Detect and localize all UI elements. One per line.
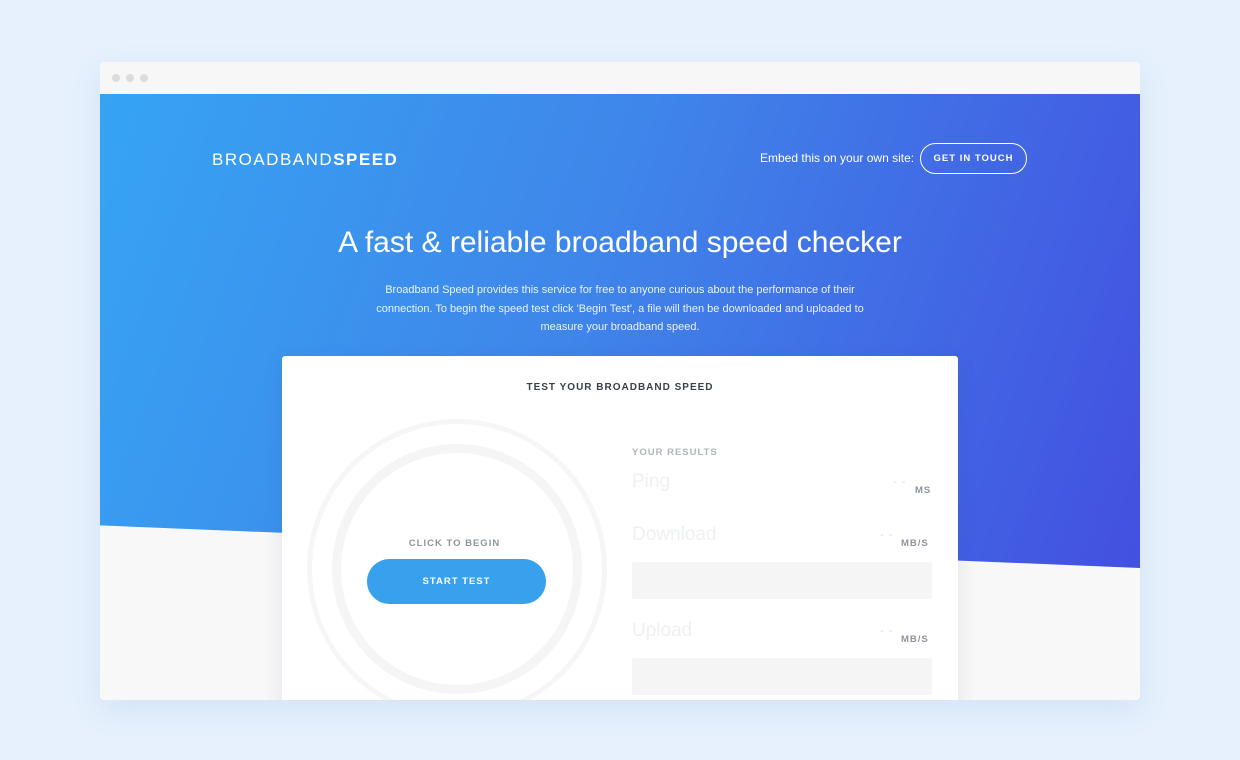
results-label: YOUR RESULTS: [632, 447, 718, 458]
download-unit: MB/S: [901, 538, 929, 549]
download-value: - -: [880, 529, 894, 541]
intro-text: Broadband Speed provides this service fo…: [376, 284, 864, 333]
browser-window: BROADBANDSPEED Embed this on your own si…: [100, 62, 1140, 700]
ping-label: Ping: [632, 471, 671, 492]
logo-bold-text: SPEED: [333, 150, 399, 169]
ping-unit: MS: [915, 485, 932, 496]
window-dot-icon: [126, 74, 134, 82]
start-test-button[interactable]: START TEST: [367, 559, 546, 604]
ping-value: - -: [893, 476, 907, 488]
window-dot-icon: [112, 74, 120, 82]
upload-unit: MB/S: [901, 634, 929, 645]
get-in-touch-button[interactable]: GET IN TOUCH: [920, 143, 1027, 174]
upload-value: - -: [880, 625, 894, 637]
browser-chrome: [100, 62, 1140, 94]
click-to-begin-label: CLICK TO BEGIN: [408, 538, 501, 549]
window-dot-icon: [140, 74, 148, 82]
logo-light-text: BROADBAND: [212, 150, 334, 169]
upload-label: Upload: [632, 620, 693, 641]
embed-text: Embed this on your own site:: [760, 151, 915, 165]
download-progress-bar: [632, 562, 932, 599]
page-title: A fast & reliable broadband speed checke…: [338, 226, 902, 259]
speed-test-card: TEST YOUR BROADBAND SPEED CLICK TO BEGIN…: [282, 356, 958, 700]
logo[interactable]: BROADBANDSPEED: [212, 150, 398, 170]
card-title: TEST YOUR BROADBAND SPEED: [526, 382, 714, 393]
download-label: Download: [632, 524, 717, 545]
upload-progress-bar: [632, 658, 932, 695]
